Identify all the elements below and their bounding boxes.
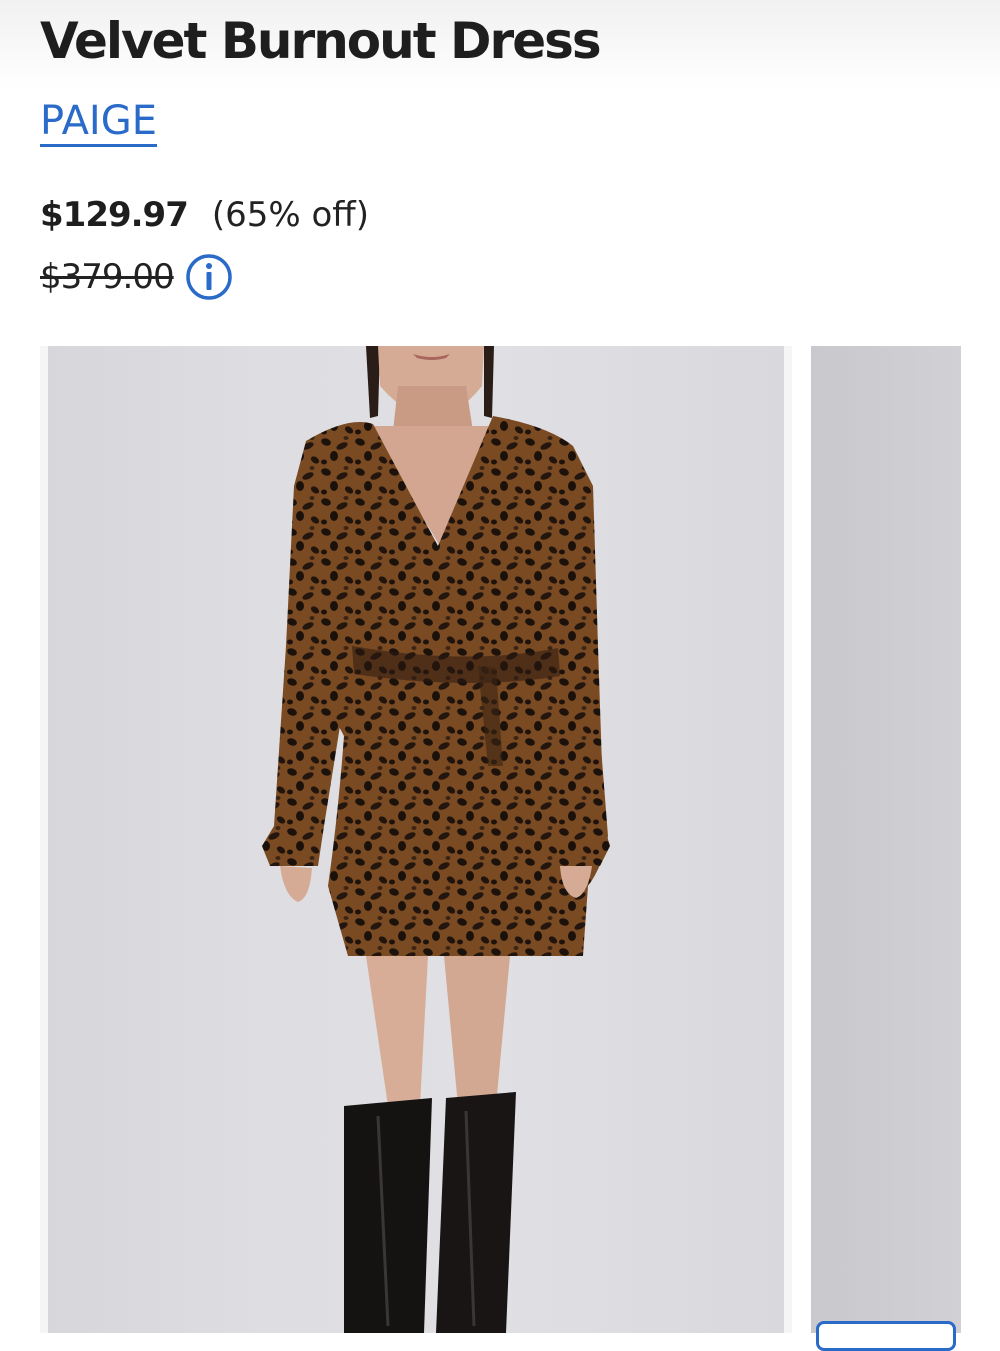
info-circle-icon[interactable] [184,252,234,302]
discount-percent: (65% off) [211,195,369,235]
brand-link[interactable]: PAIGE [40,98,157,147]
original-price: $379.00 [40,257,175,297]
price-row: $129.97 (65% off) [40,192,369,238]
product-photo [48,346,784,1333]
product-title: Velvet Burnout Dress [40,12,602,70]
product-image-next[interactable] [811,346,961,1333]
original-price-row: $379.00 [40,252,234,302]
gallery-next-control[interactable] [816,1321,956,1351]
product-image-main[interactable] [40,346,792,1333]
current-price: $129.97 [40,195,189,235]
model-illustration [262,346,610,1333]
